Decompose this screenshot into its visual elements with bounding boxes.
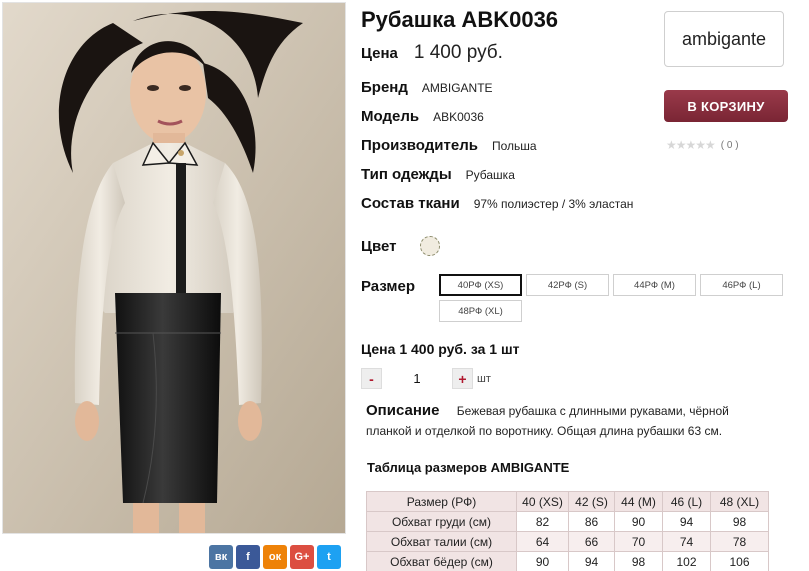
table-cell: 94 [568,551,615,571]
table-header: Размер (РФ) [366,491,517,512]
quantity-increase-button[interactable]: + [452,368,473,389]
size-option[interactable]: 42РФ (S) [526,274,609,296]
table-header: 40 (XS) [516,491,569,512]
quantity-value[interactable]: 1 [382,371,452,386]
prop-value: AMBIGANTE [421,81,493,95]
table-header: 42 (S) [568,491,615,512]
brand-logo[interactable]: ambigante [664,11,784,67]
prop-key: Состав ткани [361,195,460,212]
odnoklassniki-share-icon[interactable]: ок [263,545,287,569]
total-price: Цена 1 400 руб. за 1 шт [361,341,520,357]
price-label: Цена [361,45,398,62]
table-row: Обхват талии (см) 64 66 70 74 78 [366,531,769,552]
table-header: 44 (M) [614,491,663,512]
quantity-unit: шт [477,372,491,385]
color-label: Цвет [361,237,397,255]
product-photo[interactable] [2,2,346,534]
table-row: Обхват груди (см) 82 86 90 94 98 [366,511,769,532]
model-illustration [3,3,345,533]
color-swatch-beige[interactable] [420,236,441,256]
table-cell: 64 [516,531,569,552]
rating-count: ( 0 ) [720,139,739,151]
table-cell: Обхват груди (см) [366,511,517,532]
table-cell: 82 [516,511,569,532]
prop-value: 97% полиэстер / 3% эластан [473,197,634,211]
rating[interactable]: ★★★★★ ( 0 ) [666,138,739,152]
add-to-cart-button[interactable]: В КОРЗИНУ [664,90,788,122]
table-cell: 98 [710,511,769,532]
table-cell: 78 [710,531,769,552]
prop-key: Производитель [361,137,478,154]
prop-key: Бренд [361,79,408,96]
table-cell: Обхват бёдер (см) [366,551,517,571]
table-cell: 94 [662,511,711,532]
table-header-row: Размер (РФ) 40 (XS) 42 (S) 44 (M) 46 (L)… [366,491,769,512]
quantity-decrease-button[interactable]: - [361,368,382,389]
description: Описание Бежевая рубашка с длинными рука… [366,401,766,441]
quantity-stepper: - 1 + шт [361,368,491,389]
prop-key: Тип одежды [361,166,452,183]
prop-clothing-type: Тип одежды Рубашка [361,166,515,183]
table-row: Обхват бёдер (см) 90 94 98 102 106 [366,551,769,571]
size-option[interactable]: 46РФ (L) [700,274,783,296]
table-cell: 90 [516,551,569,571]
table-header: 46 (L) [662,491,711,512]
table-cell: 70 [614,531,663,552]
prop-model: Модель ABK0036 [361,108,484,125]
prop-brand: Бренд AMBIGANTE [361,79,493,96]
table-header: 48 (XL) [710,491,769,512]
table-cell: 74 [662,531,711,552]
price-value: 1 400 руб. [413,42,503,63]
description-label: Описание [366,402,440,419]
product-title: Рубашка ABK0036 [361,7,559,32]
size-option[interactable]: 48РФ (XL) [439,300,522,322]
prop-key: Модель [361,108,420,125]
table-cell: 98 [614,551,663,571]
size-option[interactable]: 40РФ (XS) [439,274,522,296]
size-option[interactable]: 44РФ (M) [613,274,696,296]
table-cell: 66 [568,531,615,552]
rating-stars[interactable]: ★★★★★ [666,138,716,152]
prop-value: Рубашка [465,168,515,182]
size-table: Размер (РФ) 40 (XS) 42 (S) 44 (M) 46 (L)… [366,491,769,571]
color-row: Цвет [361,236,441,256]
price-line: Цена 1 400 руб. [361,42,503,64]
table-cell: 102 [662,551,711,571]
facebook-share-icon[interactable]: f [236,545,260,569]
table-cell: Обхват талии (см) [366,531,517,552]
prop-manufacturer: Производитель Польша [361,137,537,154]
prop-value: Польша [491,139,537,153]
google-plus-share-icon[interactable]: G+ [290,545,314,569]
size-table-title: Таблица размеров AMBIGANTE [367,460,570,475]
twitter-share-icon[interactable]: t [317,545,341,569]
table-cell: 90 [614,511,663,532]
prop-value: ABK0036 [433,110,484,124]
social-share: вк f ок G+ t [209,545,341,569]
table-cell: 106 [710,551,769,571]
table-cell: 86 [568,511,615,532]
prop-fabric: Состав ткани 97% полиэстер / 3% эластан [361,195,633,212]
size-label: Размер [361,278,416,295]
vk-share-icon[interactable]: вк [209,545,233,569]
